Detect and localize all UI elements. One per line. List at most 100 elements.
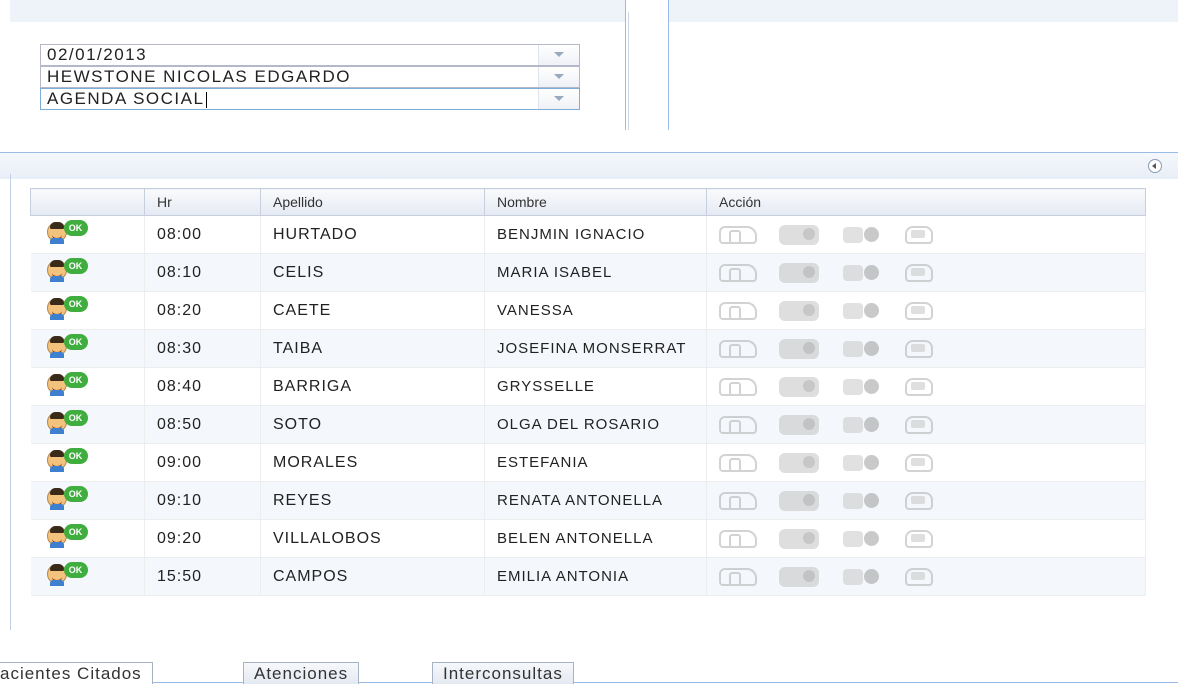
status-cell: OK (30, 405, 145, 444)
call-patient-icon[interactable] (719, 567, 757, 586)
ok-badge: OK (63, 334, 88, 350)
column-header-apellido[interactable]: Apellido (260, 188, 485, 216)
date-combo-value: 02/01/2013 (47, 45, 148, 64)
apellido-cell: VILLALOBOS (260, 519, 485, 558)
status-cell: OK (30, 367, 145, 406)
agenda-combo[interactable]: AGENDA SOCIAL (40, 88, 580, 110)
attend-icon[interactable] (779, 566, 819, 587)
attend-icon[interactable] (779, 376, 819, 397)
patient-body-icon (49, 276, 64, 282)
hr-cell: 09:00 (144, 443, 261, 482)
absent-hand-icon[interactable] (903, 224, 937, 246)
cancel-icon[interactable] (841, 377, 881, 397)
cancel-icon[interactable] (841, 453, 881, 473)
status-cell: OK (30, 215, 145, 254)
call-patient-icon[interactable] (719, 415, 757, 434)
patient-ok-icon[interactable]: OK (46, 486, 91, 510)
action-group (719, 338, 1144, 360)
tab-atenciones[interactable]: Atenciones (243, 662, 360, 684)
table-row[interactable]: OK 09:10 REYES RENATA ANTONELLA (30, 481, 1146, 520)
patient-ok-icon[interactable]: OK (46, 410, 91, 434)
column-header-accion[interactable]: Acción (706, 188, 1146, 216)
call-patient-icon[interactable] (719, 529, 757, 548)
patient-ok-icon[interactable]: OK (46, 258, 91, 282)
nombre-cell: GRYSSELLE (484, 367, 707, 406)
absent-hand-icon[interactable] (903, 300, 937, 322)
patient-ok-icon[interactable]: OK (46, 334, 91, 358)
column-header-status[interactable] (30, 188, 145, 216)
absent-hand-icon[interactable] (903, 262, 937, 284)
cancel-icon[interactable] (841, 567, 881, 587)
call-patient-icon[interactable] (719, 263, 757, 282)
professional-combo[interactable]: HEWSTONE NICOLAS EDGARDO (40, 66, 580, 88)
cancel-icon[interactable] (841, 225, 881, 245)
table-row[interactable]: OK 08:00 HURTADO BENJMIN IGNACIO (30, 215, 1146, 254)
call-patient-icon[interactable] (719, 491, 757, 510)
attend-icon[interactable] (779, 338, 819, 359)
date-combo-trigger[interactable] (538, 45, 579, 65)
absent-hand-icon[interactable] (903, 414, 937, 436)
panel-left-border (10, 174, 11, 630)
collapse-panel-button[interactable] (1148, 159, 1162, 173)
table-row[interactable]: OK 08:20 CAETE VANESSA (30, 291, 1146, 330)
table-row[interactable]: OK 08:30 TAIBA JOSEFINA MONSERRAT (30, 329, 1146, 368)
action-group (719, 262, 1144, 284)
column-header-nombre[interactable]: Nombre (484, 188, 707, 216)
table-row[interactable]: OK 09:20 VILLALOBOS BELEN ANTONELLA (30, 519, 1146, 558)
tab-interconsultas[interactable]: Interconsultas (432, 662, 574, 684)
nombre-cell: JOSEFINA MONSERRAT (484, 329, 707, 368)
cancel-icon[interactable] (841, 529, 881, 549)
attend-icon[interactable] (779, 224, 819, 245)
absent-hand-icon[interactable] (903, 490, 937, 512)
patient-body-icon (49, 314, 64, 320)
table-row[interactable]: OK 09:00 MORALES ESTEFANIA (30, 443, 1146, 482)
attend-icon[interactable] (779, 300, 819, 321)
cancel-icon[interactable] (841, 263, 881, 283)
action-group (719, 490, 1144, 512)
call-patient-icon[interactable] (719, 339, 757, 358)
date-combo[interactable]: 02/01/2013 (40, 44, 580, 66)
patient-ok-icon[interactable]: OK (46, 562, 91, 586)
attend-icon[interactable] (779, 262, 819, 283)
nombre-cell: BENJMIN IGNACIO (484, 215, 707, 254)
call-patient-icon[interactable] (719, 301, 757, 320)
tab-pacientes-citados[interactable]: acientes Citados (0, 662, 153, 684)
absent-hand-icon[interactable] (903, 452, 937, 474)
absent-hand-icon[interactable] (903, 338, 937, 360)
patient-ok-icon[interactable]: OK (46, 448, 91, 472)
call-patient-icon[interactable] (719, 453, 757, 472)
attend-icon[interactable] (779, 452, 819, 473)
attend-icon[interactable] (779, 490, 819, 511)
table-row[interactable]: OK 08:50 SOTO OLGA DEL ROSARIO (30, 405, 1146, 444)
filter-panel-header (10, 0, 625, 22)
patient-ok-icon[interactable]: OK (46, 296, 91, 320)
agenda-combo-trigger[interactable] (538, 89, 579, 109)
apellido-cell: CAMPOS (260, 557, 485, 596)
patient-ok-icon[interactable]: OK (46, 220, 91, 244)
nombre-cell: OLGA DEL ROSARIO (484, 405, 707, 444)
cancel-icon[interactable] (841, 301, 881, 321)
patient-ok-icon[interactable]: OK (46, 524, 91, 548)
table-row[interactable]: OK 15:50 CAMPOS EMILIA ANTONIA (30, 557, 1146, 596)
hr-cell: 08:40 (144, 367, 261, 406)
cancel-icon[interactable] (841, 415, 881, 435)
professional-combo-trigger[interactable] (538, 67, 579, 87)
action-group (719, 452, 1144, 474)
absent-hand-icon[interactable] (903, 528, 937, 550)
absent-hand-icon[interactable] (903, 376, 937, 398)
cancel-icon[interactable] (841, 339, 881, 359)
table-row[interactable]: OK 08:10 CELIS MARIA ISABEL (30, 253, 1146, 292)
absent-hand-icon[interactable] (903, 566, 937, 588)
attend-icon[interactable] (779, 414, 819, 435)
patient-ok-icon[interactable]: OK (46, 372, 91, 396)
column-header-hr[interactable]: Hr (144, 188, 261, 216)
chevron-down-icon (554, 52, 564, 57)
ok-badge: OK (63, 562, 88, 578)
cancel-icon[interactable] (841, 491, 881, 511)
call-patient-icon[interactable] (719, 377, 757, 396)
appointments-table: Hr Apellido Nombre Acción OK 08:00 HURTADO… (30, 188, 1146, 596)
call-patient-icon[interactable] (719, 225, 757, 244)
attend-icon[interactable] (779, 528, 819, 549)
action-cell (706, 329, 1146, 368)
table-row[interactable]: OK 08:40 BARRIGA GRYSSELLE (30, 367, 1146, 406)
